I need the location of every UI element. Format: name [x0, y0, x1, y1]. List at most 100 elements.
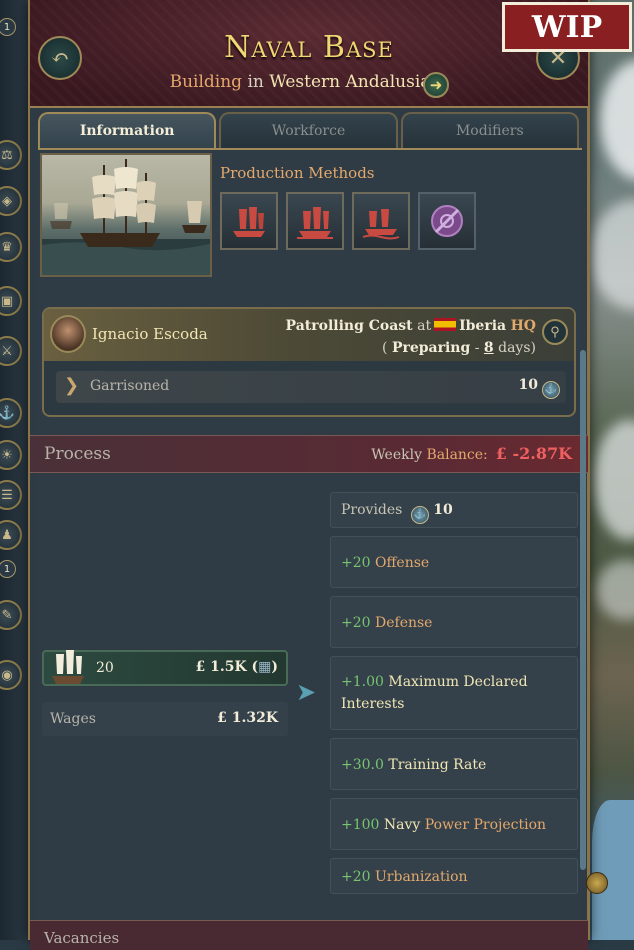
navy-icon[interactable]: ⚓	[0, 398, 22, 428]
pm-button-4[interactable]	[418, 192, 476, 250]
go-to-state-button[interactable]: ➜	[423, 72, 449, 98]
wages-value: £ 1.32K	[217, 710, 278, 726]
output-training-rate[interactable]: +30.0 Training Rate	[330, 738, 578, 790]
markets-icon[interactable]: ▣	[0, 286, 22, 316]
ironclad-icon	[362, 209, 400, 240]
vacancies-section-header: Vacancies	[30, 920, 588, 950]
status-days: 8	[483, 340, 494, 356]
training-label: Training Rate	[388, 757, 487, 773]
building-subtitle: Building in Western Andalusia	[30, 72, 570, 92]
status-paren-open: (	[382, 340, 388, 356]
balance-label-weekly: Weekly	[371, 447, 422, 463]
budget-icon[interactable]: ◈	[0, 186, 22, 216]
process-label: Process	[44, 444, 111, 464]
offense-value: +20	[341, 555, 371, 571]
status-paren-close: )	[530, 340, 536, 356]
technology-icon[interactable]: ☀	[0, 440, 22, 470]
frigate-icon	[297, 207, 333, 239]
offense-label: Offense	[375, 555, 430, 571]
population-icon[interactable]: ♛	[0, 232, 22, 262]
garrison-count: 10	[518, 377, 538, 393]
commander-card[interactable]: Ignacio Escoda Patrolling Coast at Iberia…	[42, 307, 576, 417]
pm-button-3[interactable]	[352, 192, 410, 250]
map-mode-icon[interactable]: ◉	[0, 660, 22, 690]
production-methods-title: Production Methods	[220, 164, 375, 182]
commander-at: at	[417, 318, 432, 334]
tab-modifiers[interactable]: Modifiers	[400, 112, 579, 148]
subtitle-prefix: Building	[169, 72, 243, 92]
manowars-icon	[52, 650, 84, 684]
pm-button-1[interactable]	[220, 192, 278, 250]
wages-row[interactable]: Wages £ 1.32K	[42, 702, 288, 736]
weekly-balance: Weekly Balance: £ -2.87K	[371, 444, 572, 463]
tab-information[interactable]: Information	[38, 112, 217, 148]
magnifier-icon: ⚲	[550, 324, 560, 340]
journal-icon[interactable]: ✎	[0, 600, 22, 630]
chevron-right-icon[interactable]: ❯	[64, 375, 79, 396]
days-label: days	[498, 340, 531, 356]
process-arrow-icon: ➤	[296, 678, 317, 706]
commander-status: Preparing	[391, 340, 471, 356]
flotilla-icon: ⚓	[542, 381, 560, 399]
balance-value: £ -2.87K	[495, 444, 572, 463]
military-icon[interactable]: ⚔	[0, 336, 22, 366]
urban-value: +20	[341, 869, 371, 885]
npp-label-1: Navy	[383, 817, 421, 833]
garrison-label: Garrisoned	[90, 378, 170, 394]
input-goods-row[interactable]: 20 £ 1.5K (▦)	[42, 650, 288, 686]
arrow-right-icon: ➜	[429, 76, 443, 94]
panel-tabs: Information Workforce Modifiers	[38, 112, 582, 150]
training-value: +30.0	[341, 757, 384, 773]
government-icon[interactable]: ⚖	[0, 140, 22, 170]
provides-label: Provides	[341, 502, 403, 518]
market-icon: ▦	[258, 659, 272, 675]
mdi-label-2: Interests	[341, 696, 405, 712]
left-toolbar: 1 ⚖ ◈ ♛ ▣ ⚔ ⚓ ☀ ☰ ♟ 1 ✎ ◉	[0, 0, 28, 940]
urban-label: Urbanization	[375, 869, 468, 885]
notification-count-badge: 1	[0, 18, 16, 36]
pm-button-2[interactable]	[286, 192, 344, 250]
status-separator: -	[474, 340, 480, 356]
input-cost-value: £ 1.5K (	[195, 659, 259, 675]
commander-mission: Patrolling Coast	[285, 318, 413, 334]
hq-name[interactable]: Iberia	[459, 318, 506, 334]
process-section-header: Process Weekly Balance: £ -2.87K	[30, 435, 588, 473]
hq-label: HQ	[510, 318, 536, 334]
wip-badge: WIP	[502, 2, 632, 52]
balance-label: Balance:	[426, 447, 488, 463]
output-urbanization[interactable]: +20 Urbanization	[330, 858, 578, 894]
scroll-knob-icon[interactable]	[586, 872, 608, 894]
commander-header: Ignacio Escoda Patrolling Coast at Iberia…	[44, 309, 574, 361]
vacancies-label: Vacancies	[44, 929, 120, 947]
garrison-row[interactable]: ❯ Garrisoned 10 ⚓	[56, 371, 566, 403]
defense-label: Defense	[375, 615, 433, 631]
output-navy-power-projection[interactable]: +100 Navy Power Projection	[330, 798, 578, 850]
ship-of-the-line-icon	[233, 207, 265, 237]
input-count: 20	[96, 660, 114, 676]
garrison-value: 10 ⚓	[519, 377, 560, 399]
ledger-icon[interactable]: ☰	[0, 480, 22, 510]
output-max-declared-interests[interactable]: +1.00 Maximum Declared Interests	[330, 656, 578, 730]
map-scrollbar[interactable]	[580, 350, 586, 870]
diplomacy-icon[interactable]: ♟	[0, 520, 22, 550]
provides-value: 10	[433, 502, 453, 518]
information-content: Production Methods Ignacio Escoda Patrol…	[30, 148, 588, 950]
output-defense[interactable]: +20 Defense	[330, 596, 578, 648]
disabled-admiralty-icon	[431, 205, 463, 237]
output-offense[interactable]: +20 Offense	[330, 536, 578, 588]
commander-portrait[interactable]	[50, 315, 86, 353]
output-provides[interactable]: Provides ⚓ 10	[330, 492, 578, 528]
commander-name[interactable]: Ignacio Escoda	[92, 325, 208, 343]
commander-order: Patrolling Coast at Iberia HQ ( Preparing…	[286, 315, 536, 359]
tab-workforce[interactable]: Workforce	[219, 112, 398, 148]
spain-flag-icon	[434, 318, 457, 331]
wages-label: Wages	[50, 711, 96, 727]
npp-value: +100	[341, 817, 380, 833]
mdi-label-1: Maximum Declared	[388, 674, 528, 690]
building-illustration	[40, 153, 212, 277]
defense-value: +20	[341, 615, 371, 631]
state-link[interactable]: Western Andalusia	[269, 72, 430, 92]
locate-commander-button[interactable]: ⚲	[542, 319, 568, 345]
outliner-count-badge: 1	[0, 560, 16, 578]
subtitle-in: in	[247, 72, 264, 92]
